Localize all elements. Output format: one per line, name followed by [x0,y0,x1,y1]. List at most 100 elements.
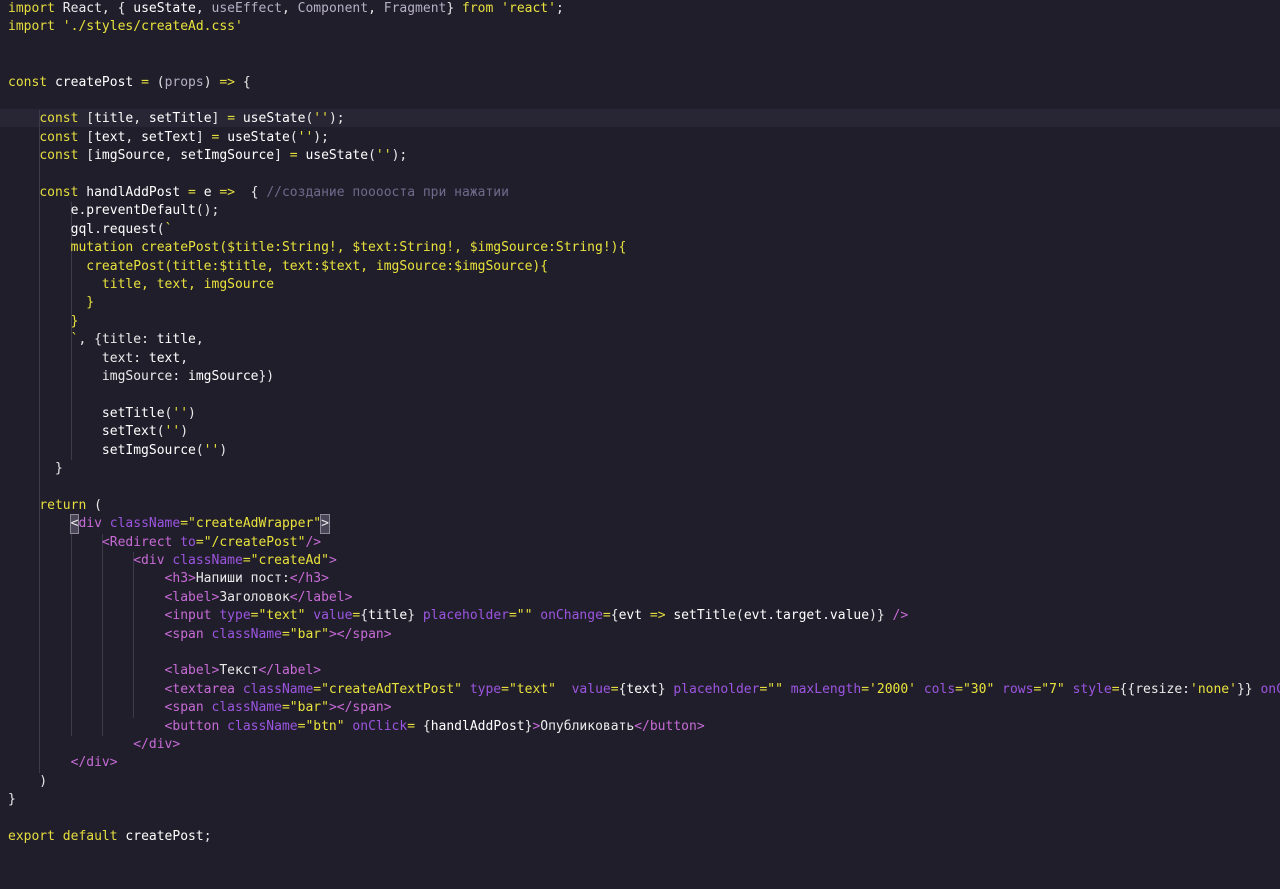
code-token-punct [8,571,165,586]
code-token-attr: onClick [352,718,408,734]
code-line[interactable]: </div> [8,754,118,772]
code-token-punct [8,314,71,329]
code-token-tag: <input [164,608,212,624]
code-token-fn: useState [227,129,290,145]
code-token-string: "7" [1041,681,1065,697]
code-token-punct: { [235,74,251,90]
code-token-ident: gql [70,221,95,237]
code-token-punct [8,700,165,715]
code-line[interactable]: } [8,313,79,331]
code-token-punct [180,185,188,200]
code-token-tag: <div [133,553,165,568]
code-token-keyword: = [141,74,149,90]
code-token-punct [462,682,470,697]
code-token-punct: ] [195,129,212,145]
code-token-punct [8,130,39,145]
code-token-punct [8,185,39,200]
code-line[interactable]: setImgSource('') [8,442,227,460]
code-line[interactable]: e.preventDefault(); [8,202,220,220]
code-line[interactable]: setText('') [8,423,188,441]
code-token-prop: resize [1135,681,1183,697]
code-line[interactable]: <button className="btn" onClick= {handlA… [8,718,705,736]
code-token-string: "bar" [289,626,329,642]
code-token-keyword: const [39,111,79,127]
code-line[interactable]: } [8,460,63,478]
code-token-keyword: from [462,1,494,16]
code-editor[interactable]: import React, { useState, useEffect, Com… [0,0,1280,889]
code-line[interactable]: <input type="text" value={title} placeho… [8,607,909,625]
code-token-attr: className [211,626,282,642]
code-token-punct [204,627,212,642]
code-token-tag: /> [305,534,322,550]
code-line[interactable]: ) [8,773,47,791]
code-token-keyword: = [610,681,619,697]
code-line[interactable]: imgSource: imgSource}) [8,368,274,386]
code-token-punct: Опубликовать [540,718,635,734]
code-line[interactable]: } [8,294,94,312]
code-token-keyword: = [180,516,189,532]
code-line[interactable]: mutation createPost($title:String!, $tex… [8,239,627,257]
code-line[interactable]: <Redirect to="/createPost"/> [8,534,321,552]
code-line[interactable]: createPost(title:$title, text:$text, img… [8,258,548,276]
code-line[interactable]: setTitle('') [8,405,196,423]
code-token-ident: handlAddPost [86,185,181,200]
code-line[interactable]: return ( [8,497,102,515]
code-token-attr: onChange [540,608,603,624]
code-line[interactable]: const handlAddPost = e => { //создание п… [8,184,509,202]
code-line[interactable]: const [imgSource, setImgSource] = useSta… [8,147,407,165]
code-token-tag: </label> [258,663,322,679]
code-line[interactable]: <h3>Напиши пост:</h3> [8,570,329,588]
code-token-punct: ) [219,442,228,458]
code-token-attr: onChange [1260,681,1280,697]
code-line[interactable]: import './styles/createAd.css' [8,18,243,36]
code-line[interactable]: const [title, setTitle] = useState(''); [8,110,344,128]
code-line[interactable]: <span className="bar"></span> [8,699,392,717]
code-token-ident: e [203,185,212,200]
code-line[interactable]: <div className="createAdWrapper"> [8,514,330,535]
code-token-punct [8,719,165,734]
code-token-punct [783,682,791,697]
code-line[interactable]: export default createPost; [8,828,212,846]
code-line[interactable]: title, text, imgSource [8,276,274,294]
code-token-ident: value [829,608,870,624]
code-token-punct: . [822,608,830,624]
code-token-attr: className [172,553,243,568]
code-line[interactable]: <label>Заголовок</label> [8,589,353,607]
code-token-string: "bar" [289,700,329,716]
code-token-punct: ); [391,148,408,164]
code-token-keyword: const [39,129,79,145]
code-token-punct: : [141,332,157,348]
code-token-punct [219,719,227,734]
code-line[interactable]: const createPost = (props) => { [8,74,251,92]
code-token-string: '' [297,129,314,145]
code-token-punct: ( [86,497,102,513]
code-line[interactable]: text: text, [8,350,188,368]
code-line[interactable]: import React, { useState, useEffect, Com… [8,0,564,18]
code-line[interactable]: gql.request(` [8,221,173,239]
code-line[interactable]: <textarea className="createAdTextPost" t… [8,681,1280,699]
code-token-punct: ) [203,74,220,90]
code-token-gql: mutation createPost($title:String!, $tex… [70,240,627,256]
code-line[interactable]: } [8,791,16,809]
code-line[interactable]: <label>Текст</label> [8,662,322,680]
code-token-punct: [ [78,129,95,145]
code-token-keyword: export [8,829,55,844]
code-token-attr: placeholder [422,608,509,624]
code-token-punct [196,185,204,200]
code-token-string: "text" [258,608,306,624]
code-token-punct: { [360,608,369,624]
code-line[interactable]: </div> [8,736,180,754]
code-token-punct [8,682,165,697]
code-line[interactable]: <div className="createAd"> [8,552,337,570]
code-token-punct [219,130,227,145]
code-token-punct: }) [258,369,275,384]
code-line[interactable]: <span className="bar"></span> [8,626,392,644]
code-token-gql: } [70,313,79,329]
code-token-punct [8,259,86,274]
code-token-punct [8,663,165,678]
code-token-tag: <span [164,700,204,716]
code-line[interactable]: `, {title: title, [8,331,204,349]
code-token-punct: , [125,129,142,145]
code-token-punct [204,700,212,715]
code-line[interactable]: const [text, setText] = useState(''); [8,129,329,147]
